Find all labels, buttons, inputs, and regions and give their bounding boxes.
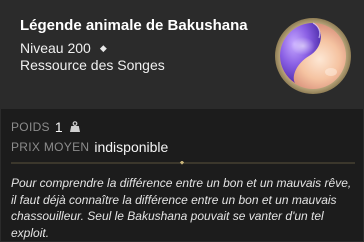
dream-orb-icon — [275, 18, 351, 94]
item-level-line: Niveau 200 ◆ — [20, 40, 107, 56]
item-type: Ressource des Songes — [20, 57, 165, 73]
weight-icon — [69, 121, 80, 132]
weight-value: 1 — [54, 119, 63, 135]
diamond-icon: ◆ — [99, 43, 107, 53]
weight-row: POIDS 1 — [11, 117, 355, 137]
item-title: Légende animale de Bakushana — [20, 17, 248, 34]
price-label: PRIX MOYEN — [11, 140, 90, 154]
item-tooltip: Légende animale de Bakushana Niveau 200 ◆… — [0, 0, 364, 242]
item-description: Pour comprendre la différence entre un b… — [11, 176, 352, 240]
section-divider — [11, 161, 355, 165]
price-value: indisponible — [94, 139, 169, 155]
item-level: Niveau 200 — [20, 40, 91, 56]
weight-label: POIDS — [11, 120, 50, 134]
price-row: PRIX MOYEN indisponible — [11, 137, 355, 157]
tooltip-header: Légende animale de Bakushana Niveau 200 ◆… — [1, 1, 363, 109]
item-stats: POIDS 1 PRIX MOYEN indisponible — [11, 117, 355, 157]
